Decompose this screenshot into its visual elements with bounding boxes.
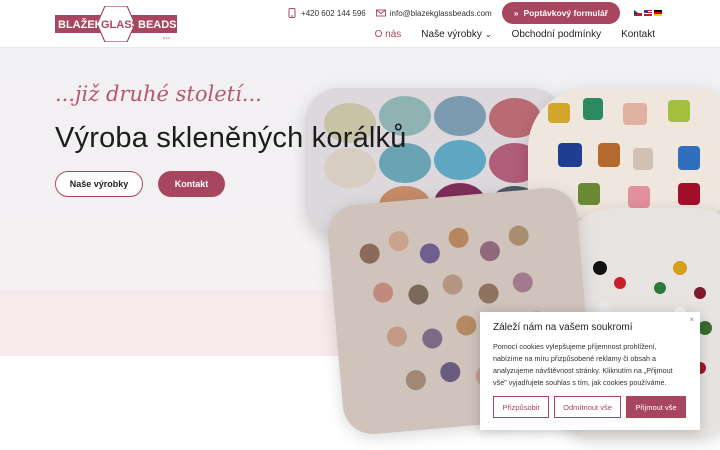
cookie-text: Pomocí cookies vylepšujeme příjemnost pr… <box>493 342 673 387</box>
cookie-title: Záleží nám na vašem soukromí <box>493 322 633 333</box>
czech-flag-icon[interactable] <box>634 10 642 16</box>
products-button[interactable]: Naše výrobky <box>55 171 143 197</box>
nav-item-products[interactable]: Naše výrobky ⌄ <box>421 29 491 40</box>
topbar: +420 602 144 596 info@blazekglassbeads.c… <box>287 2 662 24</box>
site-header: BLAŽEK GLASS BEADS s.r.o. +420 602 144 5… <box>0 0 720 48</box>
inquiry-form-button[interactable]: » Poptávkový formulář <box>501 2 620 24</box>
main-nav: O nás Naše výrobky ⌄ Obchodní podmínky Ko… <box>355 29 655 40</box>
logo-word-3: BEADS <box>138 19 177 31</box>
phone-number: +420 602 144 596 <box>301 8 366 18</box>
german-flag-icon[interactable] <box>654 10 662 16</box>
nav-item-about[interactable]: O nás <box>375 29 402 40</box>
logo[interactable]: BLAŽEK GLASS BEADS s.r.o. <box>55 5 177 43</box>
cookie-consent-banner: × Záleží nám na vašem soukromí Pomocí co… <box>480 312 700 430</box>
chevron-down-icon: ⌄ <box>484 30 492 39</box>
logo-word-2: GLASS <box>101 19 139 31</box>
language-switcher <box>634 10 662 16</box>
hero-title: Výroba skleněných korálků <box>55 122 407 154</box>
inquiry-form-label: Poptávkový formulář <box>523 8 608 18</box>
accept-all-button[interactable]: Přijmout vše <box>626 396 686 418</box>
nav-item-terms[interactable]: Obchodní podmínky <box>512 29 602 40</box>
customize-button[interactable]: Přizpůsobit <box>493 396 549 418</box>
nav-label: Naše výrobky <box>421 29 482 40</box>
double-chevron-icon: » <box>513 8 519 18</box>
phone-icon <box>288 8 296 18</box>
close-icon[interactable]: × <box>689 315 694 324</box>
mail-icon <box>375 9 386 17</box>
phone-link[interactable]: +420 602 144 596 <box>287 8 366 18</box>
reject-all-button[interactable]: Odmítnout vše <box>554 396 621 418</box>
contact-button[interactable]: Kontakt <box>158 171 225 197</box>
nav-label: O nás <box>374 29 402 40</box>
english-flag-icon[interactable] <box>644 10 652 16</box>
logo-sub: s.r.o. <box>163 36 171 40</box>
nav-label: Obchodní podmínky <box>511 29 602 40</box>
nav-item-contact[interactable]: Kontakt <box>621 29 655 40</box>
email-address: info@blazekglassbeads.com <box>389 8 492 18</box>
hero-section: ...již druhé století... Výroba skleněnýc… <box>0 48 720 438</box>
logo-graphic: BLAŽEK GLASS BEADS s.r.o. <box>55 5 177 43</box>
hero-tagline: ...již druhé století... <box>55 82 262 106</box>
logo-word-1: BLAŽEK <box>58 18 103 31</box>
cookie-buttons: Přizpůsobit Odmítnout vše Přijmout vše <box>493 396 686 418</box>
page: BLAŽEK GLASS BEADS s.r.o. +420 602 144 5… <box>0 0 720 450</box>
email-link[interactable]: info@blazekglassbeads.com <box>375 8 492 18</box>
nav-label: Kontakt <box>621 29 655 40</box>
